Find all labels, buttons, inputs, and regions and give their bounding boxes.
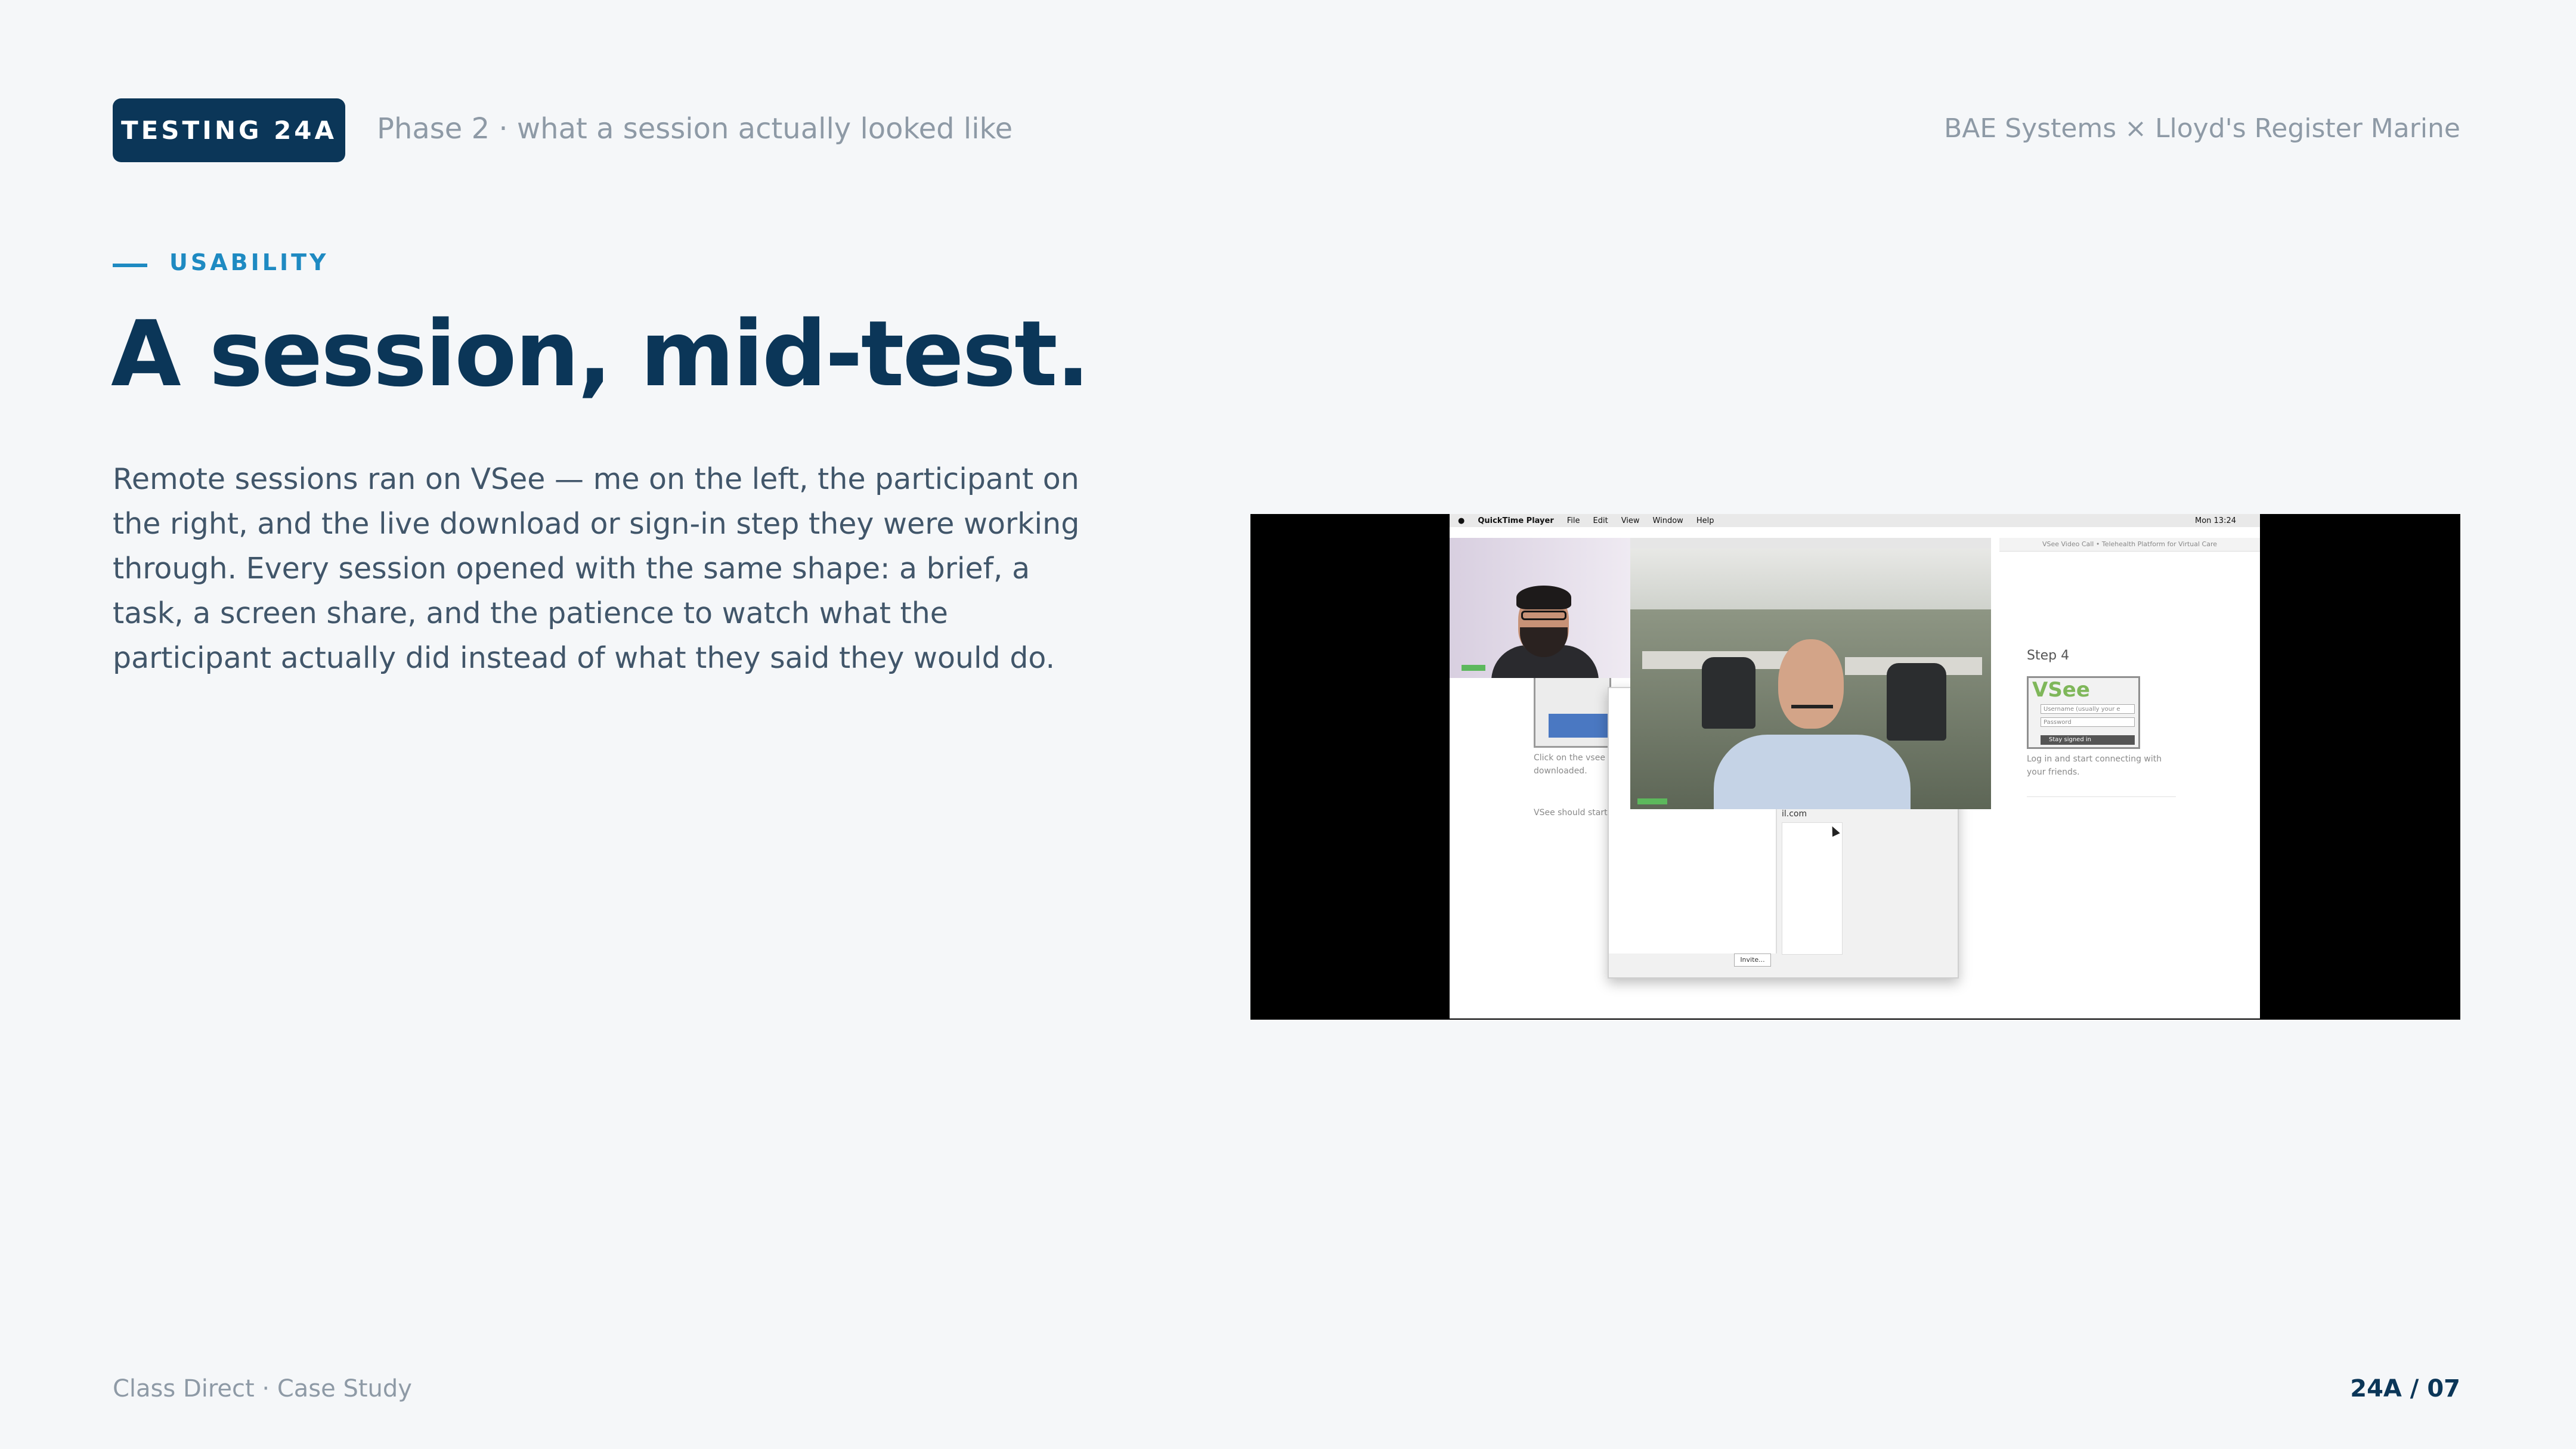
content-divider bbox=[2027, 796, 2176, 797]
menubar-clock: Mon 13:24 bbox=[2194, 516, 2236, 525]
contact-detail-pane bbox=[1782, 822, 1843, 955]
page-number: 24A / 07 bbox=[2350, 1375, 2460, 1402]
apple-icon: ● bbox=[1458, 516, 1465, 525]
download-caption: Click on the vsee downloaded. bbox=[1534, 753, 1605, 776]
menu-help: Help bbox=[1696, 516, 1714, 525]
username-field: Username (usually your e bbox=[2041, 704, 2135, 714]
menu-file: File bbox=[1566, 516, 1580, 525]
download-file-icon bbox=[1549, 714, 1608, 738]
facilitator-video bbox=[1450, 538, 1630, 678]
screen-capture: ● QuickTime Player File Edit View Window… bbox=[1450, 514, 2260, 1018]
vsee-logo: VSee bbox=[2032, 678, 2090, 702]
phase-subtitle: Phase 2 · what a session actually looked… bbox=[377, 112, 1013, 145]
login-thumbnail: VSee Username (usually your e Password S… bbox=[2027, 676, 2140, 749]
signal-indicator bbox=[1462, 665, 1485, 671]
email-fragment: il.com bbox=[1782, 809, 1807, 819]
download-thumbnail bbox=[1534, 675, 1611, 748]
page-title: A session, mid-test. bbox=[111, 301, 1090, 407]
session-screenshot: ● QuickTime Player File Edit View Window… bbox=[1250, 514, 2460, 1020]
footer-label: Class Direct · Case Study bbox=[113, 1375, 412, 1402]
download-caption-2: VSee should start bbox=[1534, 808, 1608, 818]
menubar-app-name: QuickTime Player bbox=[1478, 516, 1554, 525]
menu-view: View bbox=[1621, 516, 1640, 525]
section-eyebrow: USABILITY bbox=[169, 249, 329, 275]
mac-menubar: ● QuickTime Player File Edit View Window… bbox=[1450, 514, 2260, 527]
step-label: Step 4 bbox=[2027, 648, 2070, 663]
body-paragraph: Remote sessions ran on VSee — me on the … bbox=[113, 462, 1080, 675]
participant-video bbox=[1630, 538, 1991, 809]
password-field: Password bbox=[2041, 717, 2135, 727]
login-caption: Log in and start connecting with your fr… bbox=[2027, 754, 2162, 777]
stay-signed-in: Stay signed in bbox=[2041, 735, 2135, 745]
signal-indicator bbox=[1637, 798, 1667, 804]
eyebrow-rule bbox=[113, 264, 147, 267]
section-badge: TESTING 24A bbox=[113, 98, 345, 162]
menu-edit: Edit bbox=[1593, 516, 1608, 525]
invite-button: Invite... bbox=[1734, 953, 1771, 967]
client-label: BAE Systems × Lloyd's Register Marine bbox=[1944, 113, 2460, 144]
menu-window: Window bbox=[1652, 516, 1683, 525]
browser-title-bar: VSee Video Call • Telehealth Platform fo… bbox=[1999, 538, 2260, 552]
